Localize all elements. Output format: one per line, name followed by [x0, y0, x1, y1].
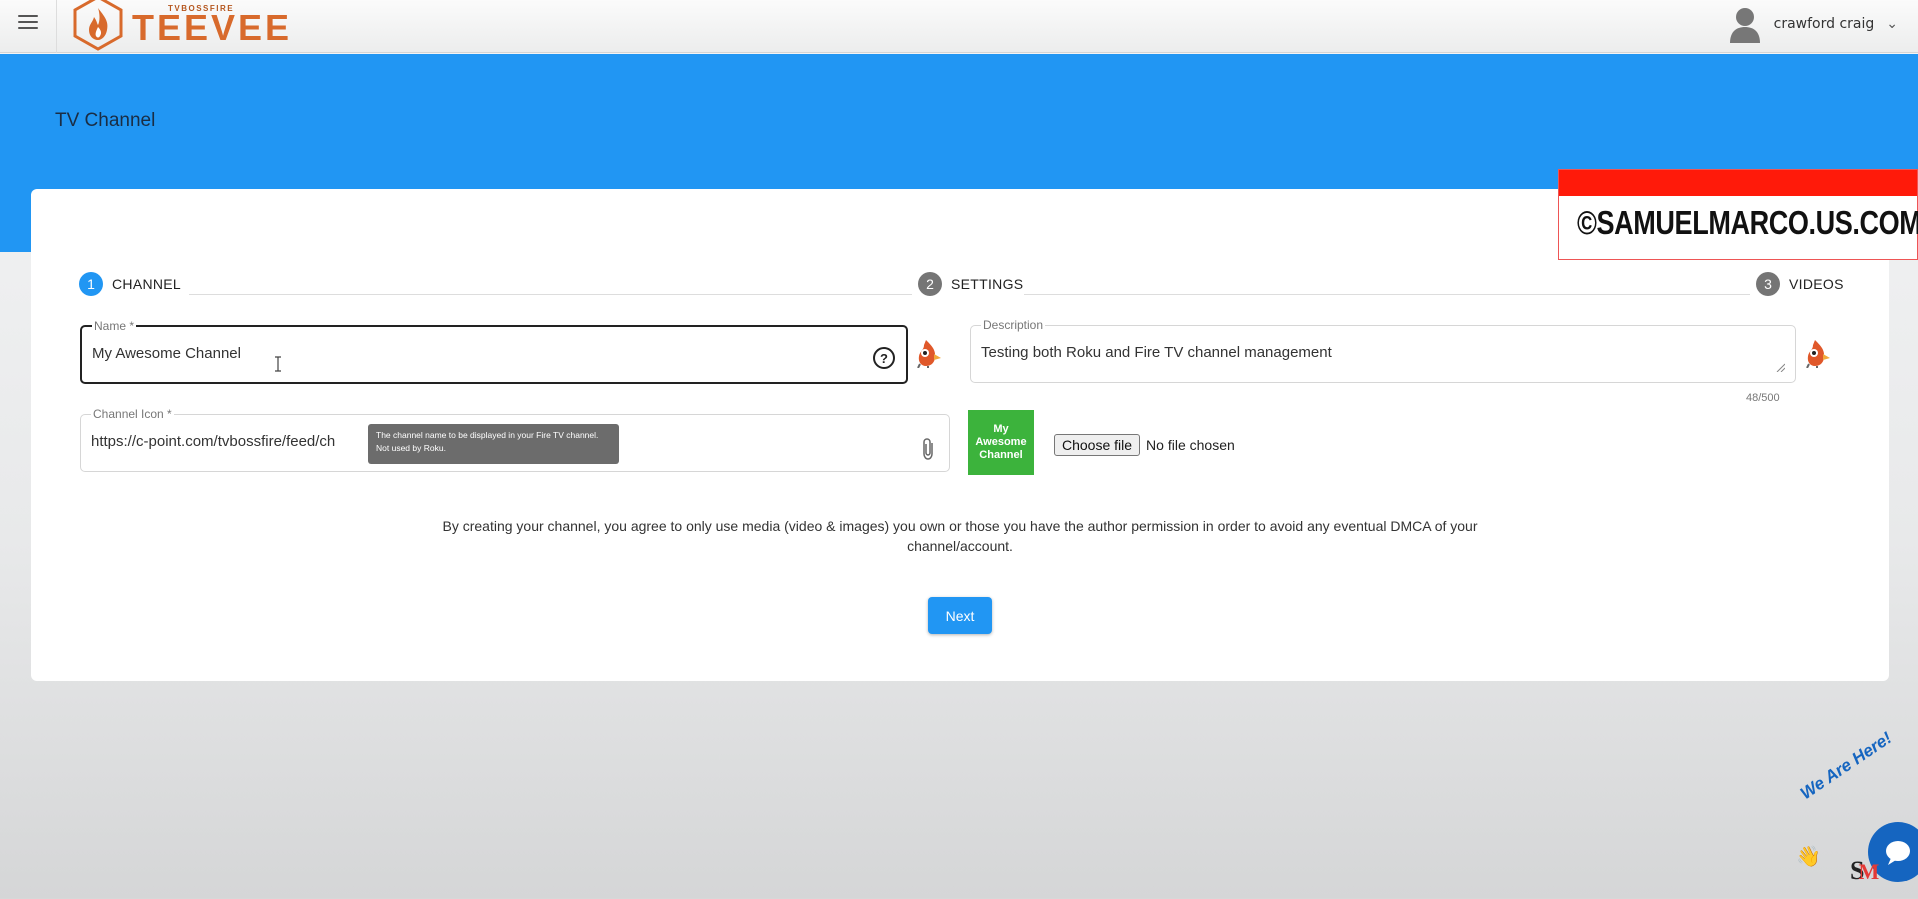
description-field[interactable]: Description Testing both Roku and Fire T…: [970, 318, 1796, 383]
chat-widget-text: We Are Here!: [1796, 728, 1896, 804]
resize-handle-icon[interactable]: [1775, 362, 1785, 372]
step-number: 1: [79, 272, 103, 296]
chevron-down-icon[interactable]: ⌄: [1886, 16, 1898, 32]
text-cursor-icon: [275, 356, 281, 372]
mascot-icon[interactable]: [1803, 338, 1831, 368]
waving-hand-icon: 👋: [1796, 844, 1821, 868]
dmca-disclaimer: By creating your channel, you agree to o…: [442, 518, 1478, 554]
copyright-watermark: ©SAMUELMARCO.US.COM: [1558, 169, 1918, 260]
menu-divider: [56, 0, 57, 53]
sm-logo-m: M: [1858, 859, 1880, 884]
watermark-red-bar: [1559, 170, 1917, 196]
step-number: 2: [918, 272, 942, 296]
channel-icon-input[interactable]: https://c-point.com/tvbossfire/feed/ch: [91, 433, 391, 450]
step-number: 3: [1756, 272, 1780, 296]
description-char-counter: 48/500: [1746, 392, 1780, 404]
step-channel[interactable]: 1 CHANNEL: [79, 272, 181, 296]
paperclip-icon[interactable]: [921, 437, 937, 461]
top-bar: TVBOSSFIRE TEEVEE crawford craig ⌄: [0, 0, 1918, 53]
stepper-line-1: [189, 294, 912, 295]
file-input[interactable]: Choose file No file chosen: [1054, 434, 1235, 456]
description-field-label: Description: [981, 318, 1046, 332]
user-menu[interactable]: crawford craig ⌄: [1728, 4, 1898, 44]
description-input[interactable]: Testing both Roku and Fire TV channel ma…: [981, 344, 1332, 361]
name-field-label: Name *: [92, 319, 137, 333]
mascot-icon[interactable]: [914, 338, 942, 368]
hamburger-menu-icon[interactable]: [16, 12, 40, 32]
step-settings[interactable]: 2 SETTINGS: [918, 272, 1023, 296]
channel-icon-field-label: Channel Icon *: [91, 407, 174, 421]
user-avatar-icon: [1729, 8, 1760, 43]
name-input[interactable]: My Awesome Channel: [92, 345, 241, 362]
help-icon[interactable]: ?: [873, 347, 895, 369]
step-label: SETTINGS: [951, 276, 1024, 292]
channel-icon-preview: My Awesome Channel: [968, 410, 1034, 475]
watermark-text: ©SAMUELMARCO.US.COM: [1577, 204, 1918, 241]
file-status-text: No file chosen: [1146, 437, 1235, 453]
next-button[interactable]: Next: [928, 597, 992, 634]
user-name: crawford craig: [1773, 16, 1875, 32]
stepper-line-2: [1024, 294, 1750, 295]
page-title: TV Channel: [55, 110, 156, 131]
step-label: CHANNEL: [112, 276, 182, 292]
name-field[interactable]: Name * My Awesome Channel ?: [80, 319, 908, 384]
flame-hexagon-icon: [73, 0, 123, 51]
logo-big-text: TEEVEE: [132, 7, 293, 48]
name-help-tooltip: The channel name to be displayed in your…: [368, 424, 619, 464]
step-videos[interactable]: 3 VIDEOS: [1756, 272, 1844, 296]
sm-logo: SM: [1850, 856, 1879, 886]
choose-file-button[interactable]: Choose file: [1054, 434, 1141, 456]
app-logo[interactable]: TVBOSSFIRE TEEVEE: [70, 0, 289, 52]
chat-widget[interactable]: We Are Here! 👋 SM: [1796, 728, 1918, 899]
step-label: VIDEOS: [1789, 276, 1844, 292]
